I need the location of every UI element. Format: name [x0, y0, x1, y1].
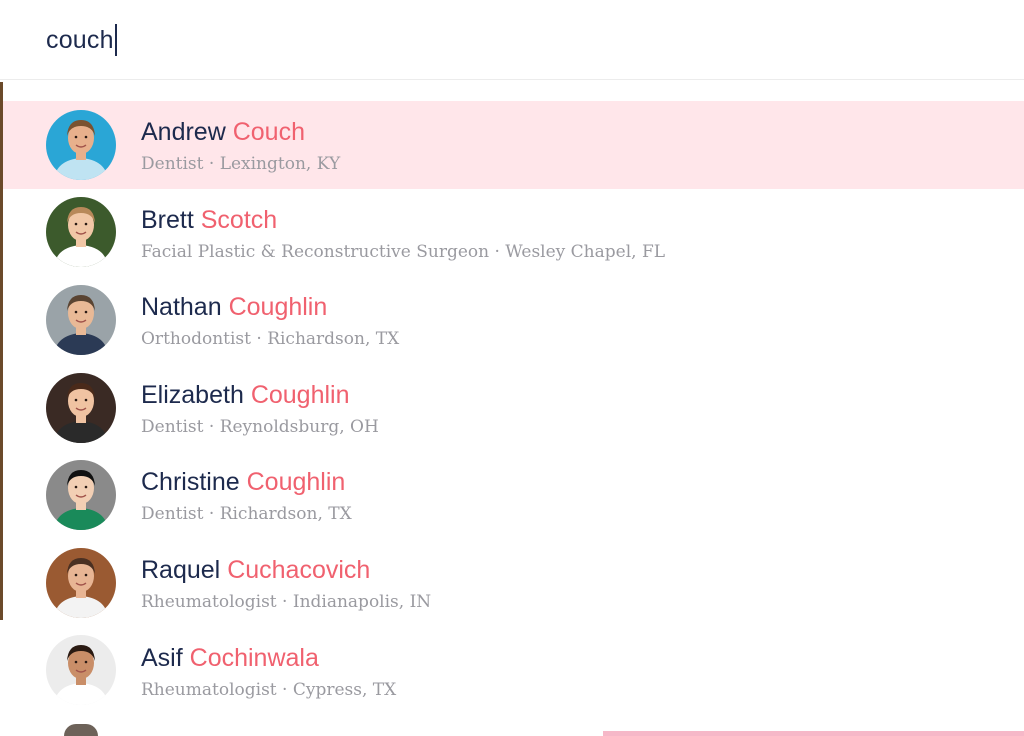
portrait-eye-right: [84, 310, 88, 314]
result-item[interactable]: Asif Cochinwala Rheumatologist · Cypress…: [3, 627, 1024, 715]
portrait-eye-left: [74, 135, 78, 139]
result-name: Raquel Cuchacovich: [141, 553, 431, 587]
specialty: Facial Plastic & Reconstructive Surgeon: [141, 241, 490, 262]
avatar: [46, 284, 116, 355]
avatar: [46, 197, 116, 268]
location: Richardson, TX: [267, 329, 400, 350]
portrait-eye-left: [74, 485, 78, 489]
location: Indianapolis, IN: [292, 591, 432, 612]
first-name: Asif: [141, 643, 183, 672]
result-text: Brett Scotch Facial Plastic & Reconstruc…: [141, 203, 665, 267]
result-details: Facial Plastic & Reconstructive Surgeon …: [141, 241, 666, 262]
specialty: Rheumatologist: [141, 591, 277, 612]
last-name-match: Scotch: [200, 205, 278, 234]
last-name-match: Couch: [232, 118, 305, 146]
portrait-eye-left: [74, 573, 78, 577]
avatar: [46, 460, 116, 531]
specialty: Orthodontist: [141, 329, 251, 350]
result-text: Elizabeth Coughlin Dentist · Reynoldsbur…: [141, 378, 379, 442]
location: Cypress, TX: [292, 679, 397, 700]
portrait-eye-left: [74, 661, 78, 664]
result-name: Christine Coughlin: [141, 465, 352, 499]
result-name: Asif Cochinwala: [141, 641, 396, 675]
search-bar: couch: [0, 0, 1024, 80]
portrait-icon: [46, 547, 116, 618]
result-name: Elizabeth Coughlin: [141, 378, 379, 412]
result-item[interactable]: Elizabeth Coughlin Dentist · Reynoldsbur…: [3, 364, 1024, 452]
last-name-match: Coughlin: [228, 293, 328, 322]
result-details: Dentist · Lexington, KY: [141, 154, 341, 174]
last-name-match: Coughlin: [246, 468, 346, 497]
portrait-eye-left: [74, 398, 78, 401]
avatar: [46, 547, 116, 618]
portrait-eye-right: [84, 398, 88, 401]
specialty: Dentist: [141, 154, 204, 174]
search-results-list: Andrew Couch Dentist · Lexington, KY Bre…: [3, 101, 1024, 736]
result-item[interactable]: Brett Scotch Facial Plastic & Reconstruc…: [3, 189, 1024, 277]
first-name: Andrew: [141, 118, 226, 146]
next-result-avatar-partial: [64, 724, 98, 736]
result-details: Rheumatologist · Cypress, TX: [141, 679, 397, 700]
portrait-icon: [46, 460, 116, 531]
result-text: Nathan Coughlin Orthodontist · Richardso…: [141, 290, 399, 354]
location: Lexington, KY: [219, 154, 341, 174]
specialty: Rheumatologist: [141, 679, 277, 700]
first-name: Raquel: [141, 555, 221, 584]
specialty: Dentist: [141, 504, 204, 525]
portrait-icon: [46, 284, 116, 355]
portrait-eye-left: [74, 310, 78, 314]
result-details: Dentist · Richardson, TX: [141, 504, 352, 525]
first-name: Brett: [141, 205, 194, 234]
first-name: Nathan: [141, 293, 222, 322]
text-caret: [114, 24, 117, 56]
result-details: Rheumatologist · Indianapolis, IN: [141, 591, 432, 612]
location: Richardson, TX: [219, 504, 352, 525]
avatar: [46, 372, 116, 443]
result-details: Dentist · Reynoldsburg, OH: [141, 416, 379, 437]
page: couch Andrew Couch Dentist · Lexington, …: [0, 0, 1024, 736]
result-name: Brett Scotch: [141, 203, 665, 237]
portrait-eye-right: [84, 485, 88, 489]
portrait-icon: [46, 109, 116, 180]
result-item[interactable]: Raquel Cuchacovich Rheumatologist · Indi…: [3, 539, 1024, 627]
result-item[interactable]: Christine Coughlin Dentist · Richardson,…: [3, 451, 1024, 539]
search-input[interactable]: couch: [46, 22, 117, 58]
result-text: Asif Cochinwala Rheumatologist · Cypress…: [141, 641, 396, 705]
result-text: Andrew Couch Dentist · Lexington, KY: [141, 115, 340, 179]
last-name-match: Cuchacovich: [227, 555, 371, 584]
portrait-icon: [46, 372, 116, 443]
portrait-eye-right: [84, 573, 88, 577]
last-name-match: Cochinwala: [189, 643, 319, 672]
avatar: [46, 109, 116, 180]
result-name: Andrew Couch: [141, 115, 340, 149]
location: Wesley Chapel, FL: [505, 241, 666, 262]
first-name: Elizabeth: [141, 380, 244, 409]
portrait-eye-right: [84, 135, 88, 139]
specialty: Dentist: [141, 416, 204, 437]
portrait-eye-left: [74, 223, 78, 226]
result-item[interactable]: Nathan Coughlin Orthodontist · Richardso…: [3, 276, 1024, 364]
portrait-eye-right: [84, 661, 88, 664]
result-item[interactable]: Andrew Couch Dentist · Lexington, KY: [3, 101, 1024, 189]
portrait-icon: [46, 635, 116, 706]
search-input-value[interactable]: couch: [46, 26, 114, 55]
result-text: Christine Coughlin Dentist · Richardson,…: [141, 465, 352, 529]
result-details: Orthodontist · Richardson, TX: [141, 329, 400, 350]
avatar: [46, 635, 116, 706]
first-name: Christine: [141, 468, 240, 497]
result-name: Nathan Coughlin: [141, 290, 399, 324]
portrait-eye-right: [84, 223, 88, 226]
portrait-icon: [46, 197, 116, 268]
location: Reynoldsburg, OH: [219, 416, 379, 437]
last-name-match: Coughlin: [250, 380, 350, 409]
bottom-accent-strip: [603, 731, 1024, 736]
result-text: Raquel Cuchacovich Rheumatologist · Indi…: [141, 553, 431, 617]
